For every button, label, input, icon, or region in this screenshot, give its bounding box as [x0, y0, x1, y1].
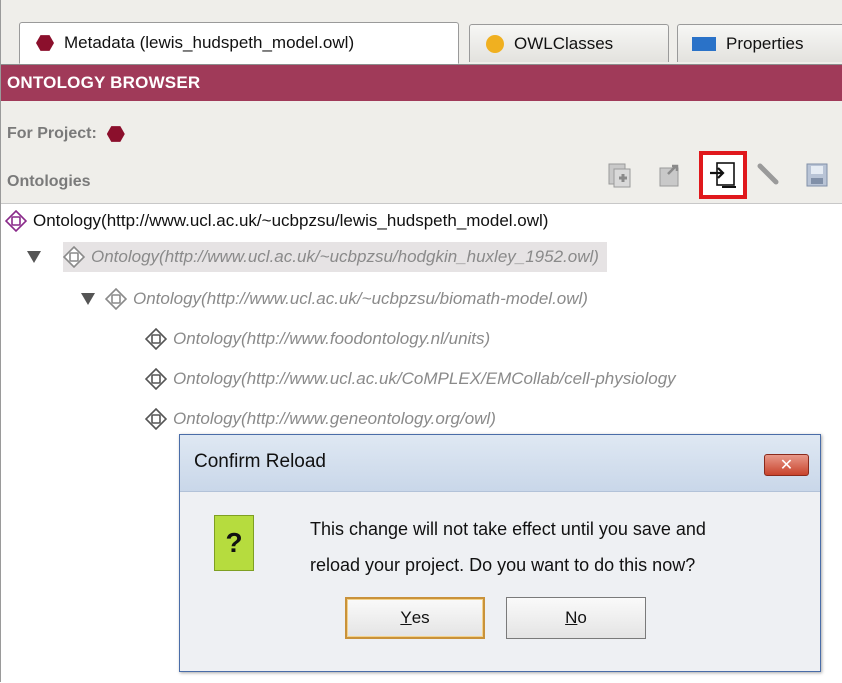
- ontology-diamond-icon: [63, 246, 85, 268]
- ontology-browser-header: ONTOLOGY BROWSER: [1, 65, 842, 101]
- no-mnemonic: N: [565, 608, 578, 627]
- tree-node-cell-physiology[interactable]: Ontology(http://www.ucl.ac.uk/CoMPLEX/EM…: [145, 364, 841, 394]
- import-ontology-icon: [659, 164, 679, 187]
- yes-button[interactable]: Yes: [345, 597, 485, 639]
- confirm-reload-dialog: Confirm Reload ✕ ? This change will not …: [179, 434, 821, 672]
- tab-label: Metadata (lewis_hudspeth_model.owl): [64, 33, 355, 52]
- question-glyph: ?: [225, 527, 243, 558]
- import-ontology-button[interactable]: [651, 155, 691, 195]
- question-icon: ?: [214, 515, 254, 571]
- ontology-diamond-icon: [105, 288, 127, 310]
- tab-metadata[interactable]: Metadata (lewis_hudspeth_model.owl): [19, 22, 459, 64]
- tree-node-label: Ontology(http://www.geneontology.org/owl…: [173, 409, 496, 428]
- tree-node-label: Ontology(http://www.foodontology.nl/unit…: [173, 329, 491, 348]
- ontologies-label: Ontologies: [7, 173, 91, 190]
- save-button[interactable]: [797, 155, 837, 195]
- reload-import-button[interactable]: [699, 151, 747, 199]
- tab-label: Properties: [726, 33, 804, 53]
- dialog-title: Confirm Reload: [194, 451, 326, 472]
- tab-strip: Metadata (lewis_hudspeth_model.owl) OWLC…: [1, 0, 842, 65]
- tree-node-root[interactable]: Ontology(http://www.ucl.ac.uk/~ucbpzsu/l…: [5, 206, 548, 236]
- add-ontology-button[interactable]: [601, 155, 641, 195]
- dialog-message-line1: This change will not take effect until y…: [310, 519, 706, 539]
- project-hexagon-icon: [106, 126, 125, 142]
- ontology-diamond-icon: [5, 210, 27, 232]
- owl-class-circle-icon: [486, 34, 504, 53]
- properties-rect-icon: [692, 36, 716, 51]
- expand-triangle-icon[interactable]: [27, 251, 41, 263]
- save-icon: [806, 163, 828, 187]
- yes-label-rest: es: [411, 608, 430, 627]
- tab-owlclasses[interactable]: OWLClasses: [469, 24, 669, 62]
- ontology-panel: For Project: Ontologies: [1, 101, 842, 203]
- no-button[interactable]: No: [506, 597, 646, 639]
- reload-import-icon: [710, 162, 736, 188]
- project-row: For Project:: [7, 125, 125, 143]
- ontology-diamond-icon: [145, 408, 167, 430]
- tree-node-label: Ontology(http://www.ucl.ac.uk/~ucbpzsu/b…: [133, 289, 588, 308]
- dialog-message: This change will not take effect until y…: [310, 511, 706, 583]
- add-ontology-icon: [608, 163, 631, 188]
- project-label: For Project:: [7, 125, 97, 142]
- tree-node-geneontology[interactable]: Ontology(http://www.geneontology.org/owl…: [145, 404, 496, 434]
- header-title: ONTOLOGY BROWSER: [7, 73, 201, 92]
- ontology-hexagon-icon: [36, 35, 54, 51]
- tab-label: OWLClasses: [514, 33, 614, 53]
- close-button[interactable]: ✕: [764, 454, 809, 476]
- tree-node-label: Ontology(http://www.ucl.ac.uk/~ucbpzsu/h…: [91, 247, 599, 266]
- tree-node-foodontology[interactable]: Ontology(http://www.foodontology.nl/unit…: [145, 324, 490, 354]
- tab-properties[interactable]: Properties: [677, 24, 842, 62]
- dialog-titlebar[interactable]: Confirm Reload ✕: [180, 435, 820, 492]
- tree-node-biomath[interactable]: Ontology(http://www.ucl.ac.uk/~ucbpzsu/b…: [105, 284, 588, 314]
- tree-node-hodgkin[interactable]: Ontology(http://www.ucl.ac.uk/~ucbpzsu/h…: [63, 242, 607, 272]
- yes-mnemonic: Y: [400, 608, 412, 627]
- tree-node-label: Ontology(http://www.ucl.ac.uk/CoMPLEX/EM…: [173, 369, 676, 388]
- tree-node-label: Ontology(http://www.ucl.ac.uk/~ucbpzsu/l…: [33, 211, 549, 230]
- dialog-message-line2: reload your project. Do you want to do t…: [310, 555, 696, 575]
- ontology-diamond-icon: [145, 368, 167, 390]
- no-label-rest: o: [577, 608, 587, 627]
- ontology-diamond-icon: [145, 328, 167, 350]
- edit-button[interactable]: [749, 155, 789, 195]
- app-frame: Metadata (lewis_hudspeth_model.owl) OWLC…: [0, 0, 842, 683]
- edit-icon: [757, 163, 779, 185]
- expand-triangle-icon[interactable]: [81, 293, 95, 305]
- close-icon: ✕: [779, 457, 794, 474]
